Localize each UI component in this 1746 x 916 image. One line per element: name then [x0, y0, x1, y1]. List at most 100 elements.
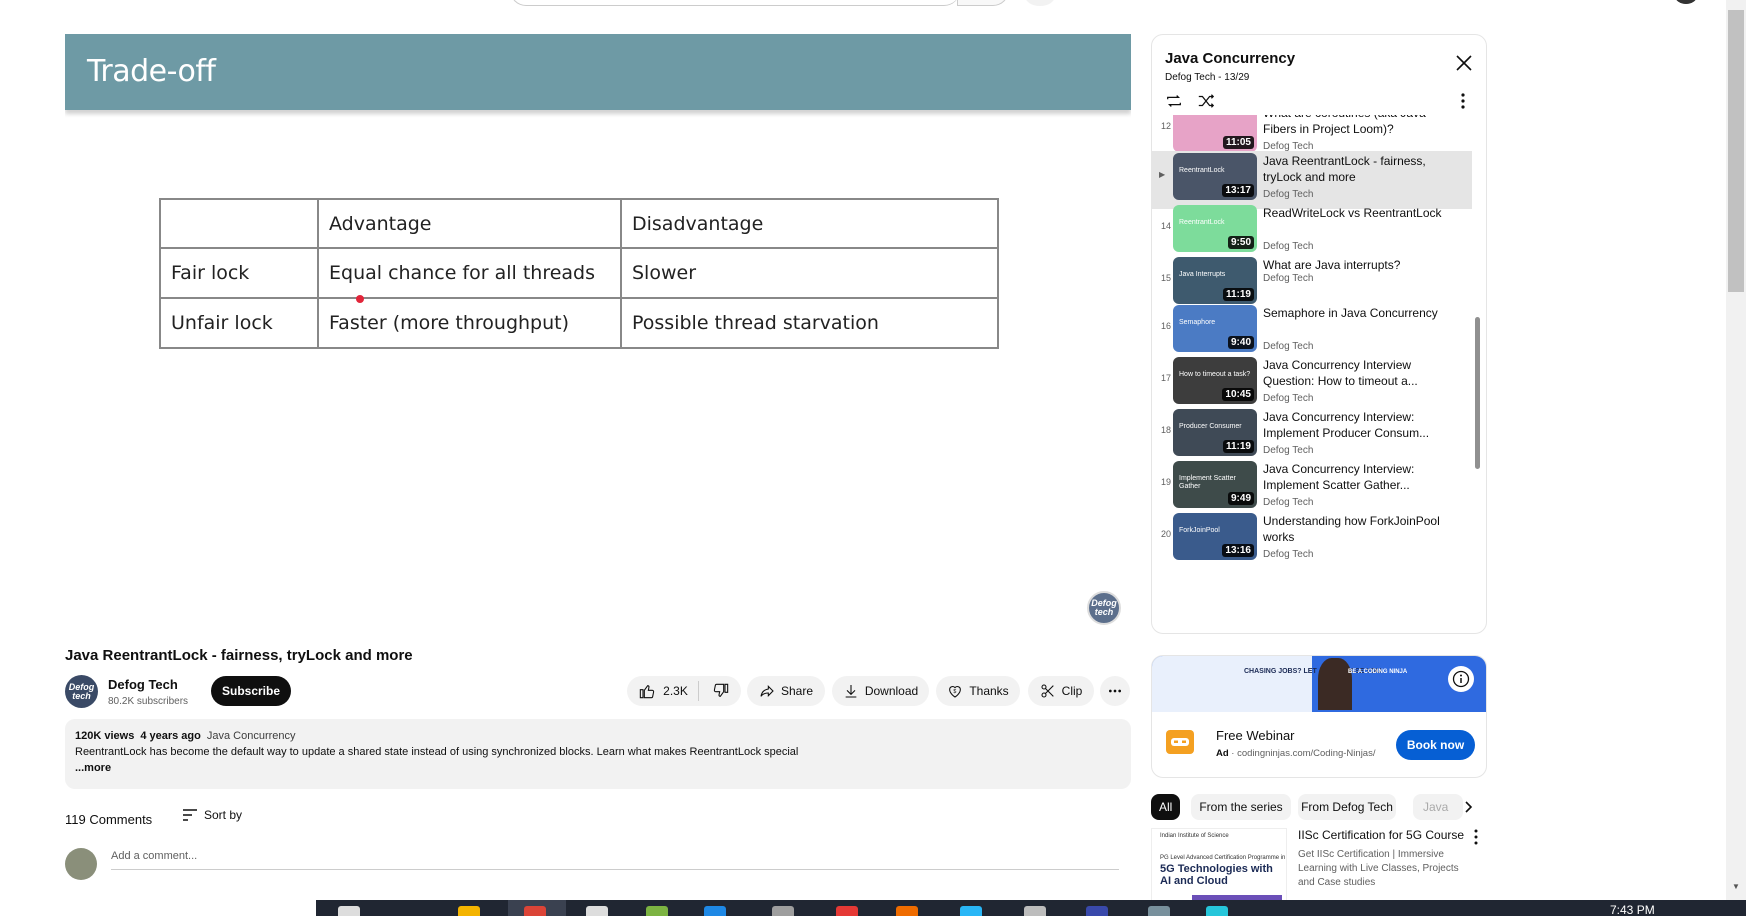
- chip-all[interactable]: All: [1151, 794, 1181, 820]
- taskbar-app-icon[interactable]: [836, 906, 858, 916]
- like-button[interactable]: 2.3K: [639, 681, 699, 701]
- ad-info-button[interactable]: [1448, 666, 1474, 692]
- playlist-item-thumbnail[interactable]: Semaphore 9:40: [1173, 305, 1257, 352]
- playlist-item-duration: 13:16: [1222, 544, 1254, 557]
- more-horizontal-icon: [1109, 689, 1121, 693]
- playlist-item-title[interactable]: Understanding how ForkJoinPool works: [1263, 513, 1443, 545]
- playlist-item[interactable]: 16 Semaphore 9:40 Semaphore in Java Concurr…: [1152, 303, 1472, 361]
- recommended-thumbnail[interactable]: Indian Institute of Science PG Level Adv…: [1151, 828, 1287, 906]
- playlist-item-current[interactable]: ▶ ReentrantLock 13:17 Java ReentrantLock - …: [1152, 151, 1472, 209]
- taskbar-chrome-icon[interactable]: [524, 906, 546, 916]
- playlist-item-thumbnail[interactable]: How to timeout a task? 10:45: [1173, 357, 1257, 404]
- search-input[interactable]: [510, 0, 960, 6]
- taskbar-app-icon[interactable]: [1148, 906, 1170, 916]
- slide-table-cell: Unfair lock: [159, 297, 319, 349]
- thumbnail-label: ReentrantLock: [1179, 167, 1225, 174]
- taskbar-app-icon[interactable]: [960, 906, 982, 916]
- taskbar-app-icon[interactable]: [1206, 906, 1228, 916]
- playlist-item-thumbnail[interactable]: Producer Consumer 11:19: [1173, 409, 1257, 456]
- ad-card[interactable]: CHASING JOBS? LET JOBS CHASE YOU. BE A C…: [1151, 655, 1487, 778]
- thumbnail-label: ForkJoinPool: [1179, 527, 1220, 534]
- playlist-item-title[interactable]: What are Java interrupts?: [1263, 257, 1443, 273]
- playlist-item-title[interactable]: Java Concurrency Interview: Implement Pr…: [1263, 409, 1443, 441]
- chip-from-the-series[interactable]: From the series: [1191, 794, 1291, 820]
- share-button[interactable]: Share: [747, 676, 825, 706]
- video-title: Java ReentrantLock - fairness, tryLock a…: [65, 647, 413, 664]
- taskbar-app-icon[interactable]: [646, 906, 668, 916]
- playlist-item-duration: 9:40: [1227, 336, 1254, 349]
- playlist-item-thumbnail[interactable]: Implement Scatter Gather 9:49: [1173, 461, 1257, 508]
- ad-title[interactable]: Free Webinar: [1216, 728, 1295, 743]
- loop-icon[interactable]: [1165, 92, 1183, 110]
- taskbar-files-icon[interactable]: [458, 906, 480, 916]
- playlist-item-index: 18: [1160, 425, 1171, 435]
- playlist-item-title[interactable]: Java ReentrantLock - fairness, tryLock a…: [1263, 153, 1443, 185]
- playlist-item-thumbnail[interactable]: ReentrantLock 13:17: [1173, 153, 1257, 200]
- recommended-description: Get IISc Certification | Immersive Learn…: [1298, 849, 1459, 888]
- playlist-scrollbar[interactable]: [1475, 317, 1480, 469]
- playlist-item-title[interactable]: Java Concurrency Interview Question: How…: [1263, 357, 1443, 389]
- slide-table-cell: Slower: [620, 247, 999, 299]
- playlist-item-title[interactable]: ReadWriteLock vs ReentrantLock: [1263, 205, 1443, 221]
- playlist-item-title[interactable]: Java Concurrency Interview: Implement Sc…: [1263, 461, 1443, 493]
- taskbar-app-icon[interactable]: [896, 906, 918, 916]
- shuffle-icon[interactable]: [1197, 92, 1215, 110]
- book-now-button[interactable]: Book now: [1396, 730, 1475, 760]
- recommended-title[interactable]: IISc Certification for 5G Course: [1298, 828, 1464, 842]
- slide-table-cell: Faster (more throughput): [317, 297, 622, 349]
- comment-input[interactable]: Add a comment...: [111, 850, 1119, 870]
- more-actions-button[interactable]: [1100, 676, 1130, 706]
- more-vertical-icon[interactable]: [1469, 828, 1483, 846]
- playlist-item-thumbnail[interactable]: ReentrantLock 9:50: [1173, 205, 1257, 252]
- more-vertical-icon[interactable]: [1455, 92, 1471, 110]
- playlist-item-title[interactable]: Semaphore in Java Concurrency: [1263, 305, 1443, 321]
- playlist-item[interactable]: 14 ReentrantLock 9:50 ReadWriteLock vs Reen…: [1152, 203, 1472, 261]
- svg-text:$: $: [954, 689, 957, 695]
- ad-banner[interactable]: CHASING JOBS? LET JOBS CHASE YOU. BE A C…: [1152, 656, 1486, 712]
- playlist-item[interactable]: 19 Implement Scatter Gather 9:49 Java Concu…: [1152, 459, 1472, 517]
- account-avatar[interactable]: [1675, 0, 1697, 4]
- dislike-button[interactable]: [705, 683, 729, 699]
- description-more-button[interactable]: ...more: [75, 762, 1121, 774]
- playlist-link[interactable]: Java Concurrency: [207, 730, 296, 742]
- clip-button[interactable]: Clip: [1028, 676, 1094, 706]
- playlist-item-channel: Defog Tech: [1263, 497, 1314, 508]
- description-box[interactable]: 120K views 4 years ago Java Concurrency …: [65, 719, 1131, 789]
- video-player[interactable]: Trade-off Advantage Disadvantage Fair lo…: [65, 34, 1131, 634]
- chip-next-button[interactable]: [1455, 794, 1481, 820]
- playlist-item-index: 20: [1160, 529, 1171, 539]
- taskbar-app-icon[interactable]: [1086, 906, 1108, 916]
- playlist-title[interactable]: Java Concurrency: [1165, 50, 1295, 67]
- playlist-item-thumbnail[interactable]: ForkJoinPool 13:16: [1173, 513, 1257, 560]
- thumbs-up-icon: [639, 685, 655, 699]
- subscribe-button[interactable]: Subscribe: [211, 676, 291, 706]
- playlist-item-duration: 9:50: [1227, 236, 1254, 249]
- taskbar-app-icon[interactable]: [586, 906, 608, 916]
- sort-by-label: Sort by: [204, 808, 243, 822]
- taskbar-app-icon[interactable]: [772, 906, 794, 916]
- thanks-button[interactable]: $ Thanks: [936, 676, 1020, 706]
- voice-search-button[interactable]: [1025, 0, 1055, 6]
- download-button[interactable]: Download: [832, 676, 929, 706]
- playlist-item-thumbnail[interactable]: Java Interrupts 11:19: [1173, 257, 1257, 304]
- sort-by-button[interactable]: Sort by: [182, 808, 242, 822]
- channel-avatar[interactable]: Defog tech: [65, 675, 98, 708]
- playlist-item[interactable]: 18 Producer Consumer 11:19 Java Concurrency…: [1152, 407, 1472, 465]
- taskbar-app-icon[interactable]: [704, 906, 726, 916]
- playlist-item-thumbnail[interactable]: 11:05: [1173, 115, 1257, 152]
- user-avatar: [65, 848, 97, 880]
- page-scrollbar-thumb[interactable]: [1728, 10, 1744, 292]
- channel-watermark[interactable]: Defog tech: [1087, 591, 1121, 625]
- close-icon[interactable]: [1454, 53, 1474, 73]
- taskbar-app-icon[interactable]: [1024, 906, 1046, 916]
- taskbar-start-icon[interactable]: [338, 906, 360, 916]
- channel-name[interactable]: Defog Tech: [108, 677, 178, 692]
- playlist-item[interactable]: 20 ForkJoinPool 13:16 Understanding how For…: [1152, 511, 1472, 569]
- search-button[interactable]: [957, 0, 1009, 6]
- pointer-dot: [356, 295, 364, 303]
- playlist-item-title[interactable]: What are coroutines (aka Java Fibers in …: [1263, 115, 1443, 137]
- playlist-item[interactable]: 17 How to timeout a task? 10:45 Java Concur…: [1152, 355, 1472, 413]
- chip-from-defog-tech[interactable]: From Defog Tech: [1298, 794, 1396, 820]
- scroll-down-icon[interactable]: ▼: [1728, 882, 1744, 896]
- playlist-panel: Java Concurrency Defog Tech - 13/29 12 11…: [1151, 34, 1487, 634]
